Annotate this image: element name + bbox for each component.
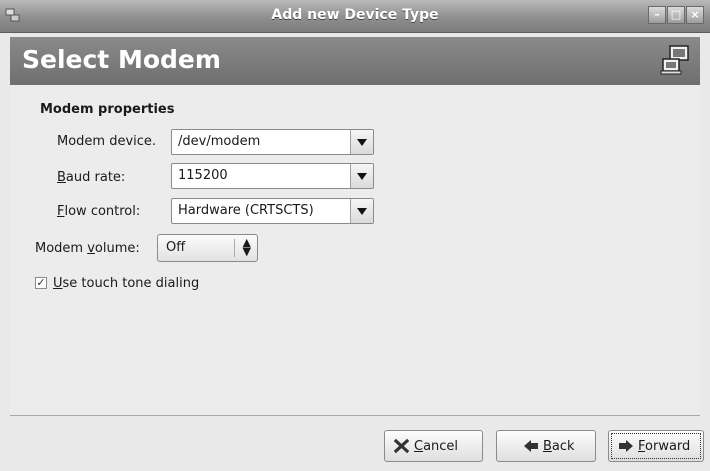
content-panel: Modem properties Modem device. /dev/mode… xyxy=(10,85,700,415)
maximize-button[interactable]: □ xyxy=(667,6,685,24)
minimize-button[interactable]: – xyxy=(648,6,666,24)
flow-control-value: Hardware (CRTSCTS) xyxy=(178,203,314,218)
modem-volume-value: Off xyxy=(166,240,186,255)
baud-rate-label: Baud rate: xyxy=(57,170,126,185)
back-button[interactable]: Back xyxy=(496,430,596,462)
checkmark-icon: ✓ xyxy=(36,276,46,289)
modem-device-label: Modem device. xyxy=(57,134,157,149)
modem-device-combo[interactable]: /dev/modem xyxy=(171,129,374,155)
window-title: Add new Device Type xyxy=(271,7,439,23)
baud-rate-value: 115200 xyxy=(178,168,228,183)
modem-volume-label: Modem volume: xyxy=(35,241,140,256)
title-bar: Add new Device Type – □ × xyxy=(0,0,710,33)
minimize-icon: – xyxy=(654,8,660,21)
maximize-icon: □ xyxy=(670,8,682,21)
flow-control-combo[interactable]: Hardware (CRTSCTS) xyxy=(171,198,374,224)
touch-tone-checkbox[interactable]: ✓ xyxy=(35,277,47,289)
close-button[interactable]: × xyxy=(686,6,704,24)
section-title: Modem properties xyxy=(40,102,175,117)
arrow-right-icon xyxy=(619,440,633,452)
modem-volume-select[interactable]: Off ▲ ▼ xyxy=(157,234,258,262)
cancel-button[interactable]: Cancel xyxy=(384,430,483,462)
touch-tone-label[interactable]: Use touch tone dialing xyxy=(53,276,199,291)
arrow-left-icon xyxy=(524,440,538,452)
flow-control-label: Flow control: xyxy=(57,204,141,219)
page-title: Select Modem xyxy=(22,45,221,74)
chevron-down-icon[interactable] xyxy=(350,130,373,154)
close-icon: × xyxy=(690,8,700,21)
chevron-down-icon[interactable] xyxy=(350,164,373,188)
chevron-down-icon[interactable] xyxy=(350,199,373,223)
up-down-arrows-icon: ▲ ▼ xyxy=(242,236,251,258)
forward-button[interactable]: Forward xyxy=(608,430,704,462)
network-device-icon xyxy=(660,45,689,75)
baud-rate-combo[interactable]: 115200 xyxy=(171,163,374,189)
x-icon xyxy=(394,438,410,454)
separator xyxy=(234,239,235,257)
footer-divider xyxy=(10,415,700,416)
modem-device-value: /dev/modem xyxy=(178,134,261,149)
page-banner: Select Modem xyxy=(10,37,700,85)
